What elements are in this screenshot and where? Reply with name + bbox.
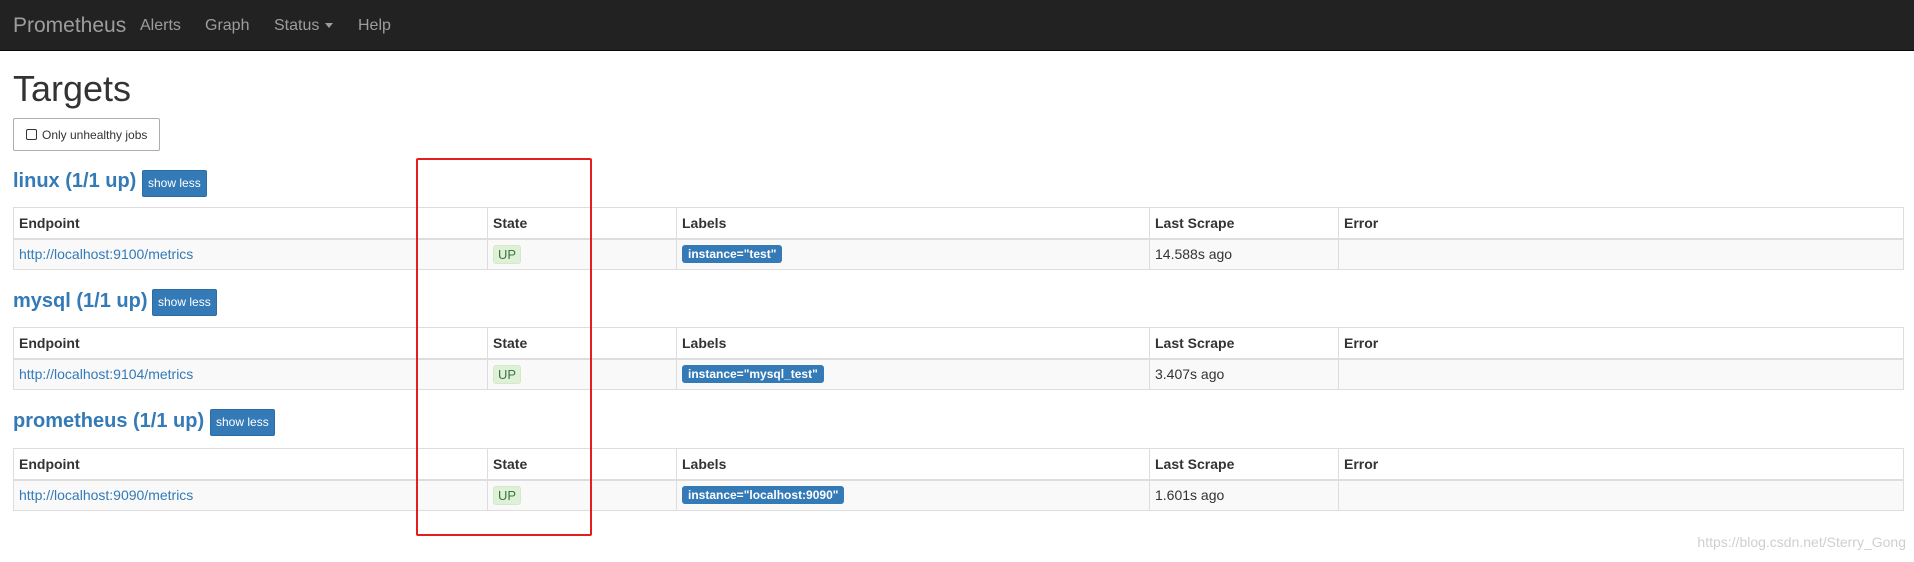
- header-labels: Labels: [676, 327, 1150, 360]
- last-scrape-cell: 14.588s ago: [1149, 238, 1339, 270]
- labels-cell: instance="mysql_test": [676, 358, 1150, 390]
- header-error: Error: [1338, 207, 1904, 240]
- labels-cell: instance="localhost:9090": [676, 479, 1150, 511]
- endpoint-link[interactable]: http://localhost:9104/metrics: [19, 366, 193, 382]
- show-less-button-prometheus[interactable]: show less: [210, 409, 275, 436]
- table-row: http://localhost:9104/metrics UP instanc…: [13, 358, 1904, 390]
- show-less-button-linux[interactable]: show less: [142, 170, 207, 197]
- header-labels: Labels: [676, 448, 1150, 481]
- endpoint-link[interactable]: http://localhost:9100/metrics: [19, 246, 193, 262]
- header-error: Error: [1338, 327, 1904, 360]
- error-cell: [1338, 238, 1904, 270]
- show-less-button-mysql[interactable]: show less: [152, 289, 217, 316]
- only-unhealthy-button[interactable]: Only unhealthy jobs: [13, 118, 160, 151]
- header-error: Error: [1338, 448, 1904, 481]
- nav-help[interactable]: Help: [358, 17, 391, 35]
- only-unhealthy-label: Only unhealthy jobs: [42, 127, 148, 142]
- job-title-mysql[interactable]: mysql (1/1 up): [13, 290, 147, 313]
- table-row: http://localhost:9090/metrics UP instanc…: [13, 479, 1904, 511]
- targets-table-mysql: Endpoint State Labels Last Scrape Error …: [13, 327, 1904, 390]
- last-scrape-cell: 1.601s ago: [1149, 479, 1339, 511]
- label-badge: instance="test": [682, 245, 783, 264]
- error-cell: [1338, 479, 1904, 511]
- nav-status-label: Status: [274, 17, 320, 34]
- nav-status[interactable]: Status: [274, 17, 334, 35]
- job-title-linux[interactable]: linux (1/1 up): [13, 170, 136, 193]
- table-row: http://localhost:9100/metrics UP instanc…: [13, 238, 1904, 270]
- label-badge: instance="mysql_test": [682, 365, 824, 384]
- brand-link[interactable]: Prometheus: [13, 14, 126, 38]
- job-title-prometheus[interactable]: prometheus (1/1 up): [13, 410, 204, 433]
- top-navbar: Prometheus Alerts Graph Status Help: [0, 0, 1914, 51]
- header-last-scrape: Last Scrape: [1149, 327, 1339, 360]
- error-cell: [1338, 358, 1904, 390]
- endpoint-link[interactable]: http://localhost:9090/metrics: [19, 487, 193, 503]
- header-last-scrape: Last Scrape: [1149, 448, 1339, 481]
- watermark: https://blog.csdn.net/Sterry_Gong: [1697, 534, 1906, 550]
- page-title: Targets: [13, 68, 132, 109]
- nav-alerts[interactable]: Alerts: [140, 17, 181, 35]
- labels-cell: instance="test": [676, 238, 1150, 270]
- nav-graph[interactable]: Graph: [205, 17, 249, 35]
- header-last-scrape: Last Scrape: [1149, 207, 1339, 240]
- annotation-highlight-box: [416, 158, 592, 536]
- checkbox-icon: [26, 129, 37, 140]
- header-labels: Labels: [676, 207, 1150, 240]
- caret-down-icon: [325, 23, 334, 29]
- targets-table-prometheus: Endpoint State Labels Last Scrape Error …: [13, 448, 1904, 511]
- label-badge: instance="localhost:9090": [682, 486, 845, 505]
- targets-table-linux: Endpoint State Labels Last Scrape Error …: [13, 207, 1904, 270]
- last-scrape-cell: 3.407s ago: [1149, 358, 1339, 390]
